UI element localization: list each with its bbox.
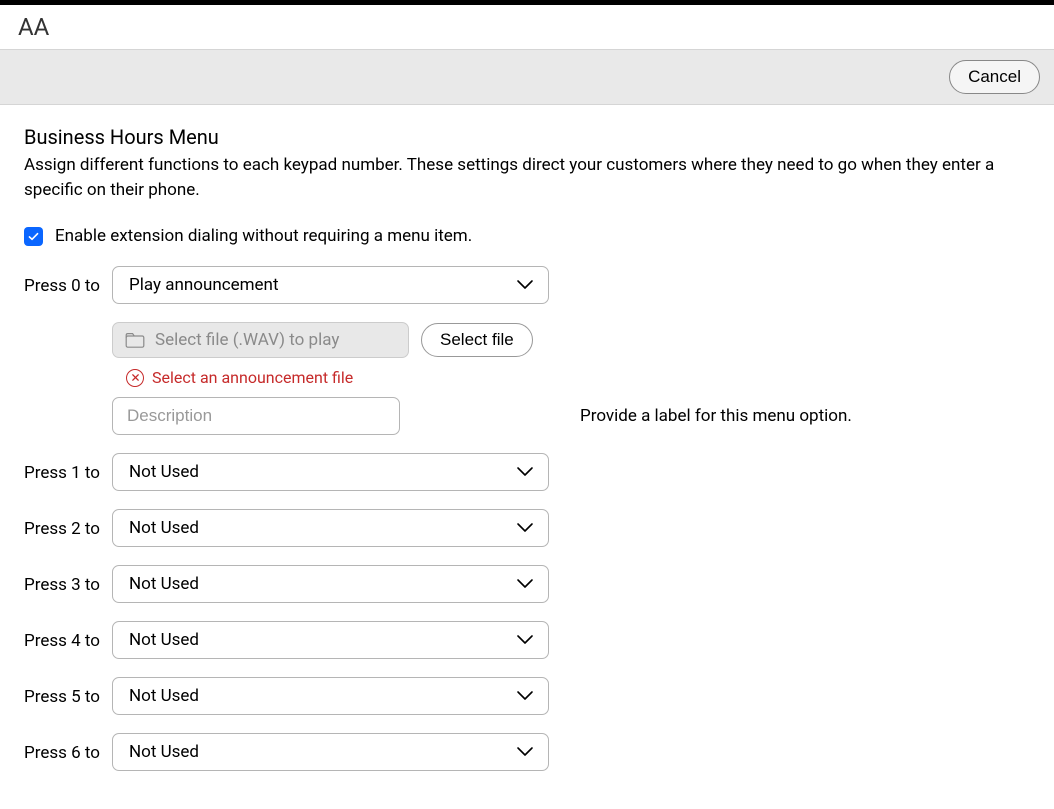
press-6-select[interactable]: Not Used <box>112 733 549 771</box>
press-1-label: Press 1 to <box>24 461 100 483</box>
section-title: Business Hours Menu <box>24 125 1030 149</box>
cancel-button[interactable]: Cancel <box>949 60 1040 94</box>
section-description: Assign different functions to each keypa… <box>24 153 1030 202</box>
press-2-select[interactable]: Not Used <box>112 509 549 547</box>
press-2-label: Press 2 to <box>24 517 100 539</box>
error-icon <box>126 369 144 387</box>
chevron-down-icon <box>516 742 534 762</box>
press-0-row: Press 0 to Play announcement <box>24 266 1030 304</box>
description-input[interactable] <box>112 397 400 435</box>
press-4-value: Not Used <box>129 630 199 650</box>
folder-icon <box>125 332 145 348</box>
file-display: Select file (.WAV) to play <box>112 322 409 358</box>
press-2-value: Not Used <box>129 518 199 538</box>
chevron-down-icon <box>516 686 534 706</box>
error-row: Select an announcement file <box>126 368 1030 387</box>
topbar: AA <box>0 0 1054 49</box>
description-row: Provide a label for this menu option. <box>112 397 1030 435</box>
press-0-subblock: Select file (.WAV) to play Select file S… <box>112 322 1030 435</box>
press-3-value: Not Used <box>129 574 199 594</box>
chevron-down-icon <box>516 630 534 650</box>
chevron-down-icon <box>516 574 534 594</box>
press-2-row: Press 2 to Not Used <box>24 509 1030 547</box>
press-6-row: Press 6 to Not Used <box>24 733 1030 771</box>
press-1-value: Not Used <box>129 462 199 482</box>
description-hint: Provide a label for this menu option. <box>580 406 852 426</box>
chevron-down-icon <box>516 275 534 295</box>
press-5-row: Press 5 to Not Used <box>24 677 1030 715</box>
press-6-label: Press 6 to <box>24 741 100 763</box>
file-placeholder: Select file (.WAV) to play <box>155 330 339 350</box>
press-0-select[interactable]: Play announcement <box>112 266 549 304</box>
press-4-select[interactable]: Not Used <box>112 621 549 659</box>
page-title: AA <box>18 13 1036 41</box>
enable-extension-row: Enable extension dialing without requiri… <box>24 226 1030 246</box>
chevron-down-icon <box>516 518 534 538</box>
check-icon <box>27 230 40 243</box>
actionbar: Cancel <box>0 49 1054 105</box>
press-1-select[interactable]: Not Used <box>112 453 549 491</box>
press-5-value: Not Used <box>129 686 199 706</box>
press-1-row: Press 1 to Not Used <box>24 453 1030 491</box>
enable-extension-label: Enable extension dialing without requiri… <box>55 226 472 246</box>
error-text: Select an announcement file <box>152 368 353 387</box>
press-6-value: Not Used <box>129 742 199 762</box>
press-5-label: Press 5 to <box>24 685 100 707</box>
press-3-select[interactable]: Not Used <box>112 565 549 603</box>
file-row: Select file (.WAV) to play Select file <box>112 322 1030 358</box>
press-3-row: Press 3 to Not Used <box>24 565 1030 603</box>
press-5-select[interactable]: Not Used <box>112 677 549 715</box>
press-0-label: Press 0 to <box>24 274 100 296</box>
press-4-label: Press 4 to <box>24 629 100 651</box>
content: Business Hours Menu Assign different fun… <box>0 105 1054 809</box>
press-4-row: Press 4 to Not Used <box>24 621 1030 659</box>
chevron-down-icon <box>516 462 534 482</box>
enable-extension-checkbox[interactable] <box>24 227 43 246</box>
press-0-value: Play announcement <box>129 275 279 295</box>
press-3-label: Press 3 to <box>24 573 100 595</box>
select-file-button[interactable]: Select file <box>421 323 533 357</box>
